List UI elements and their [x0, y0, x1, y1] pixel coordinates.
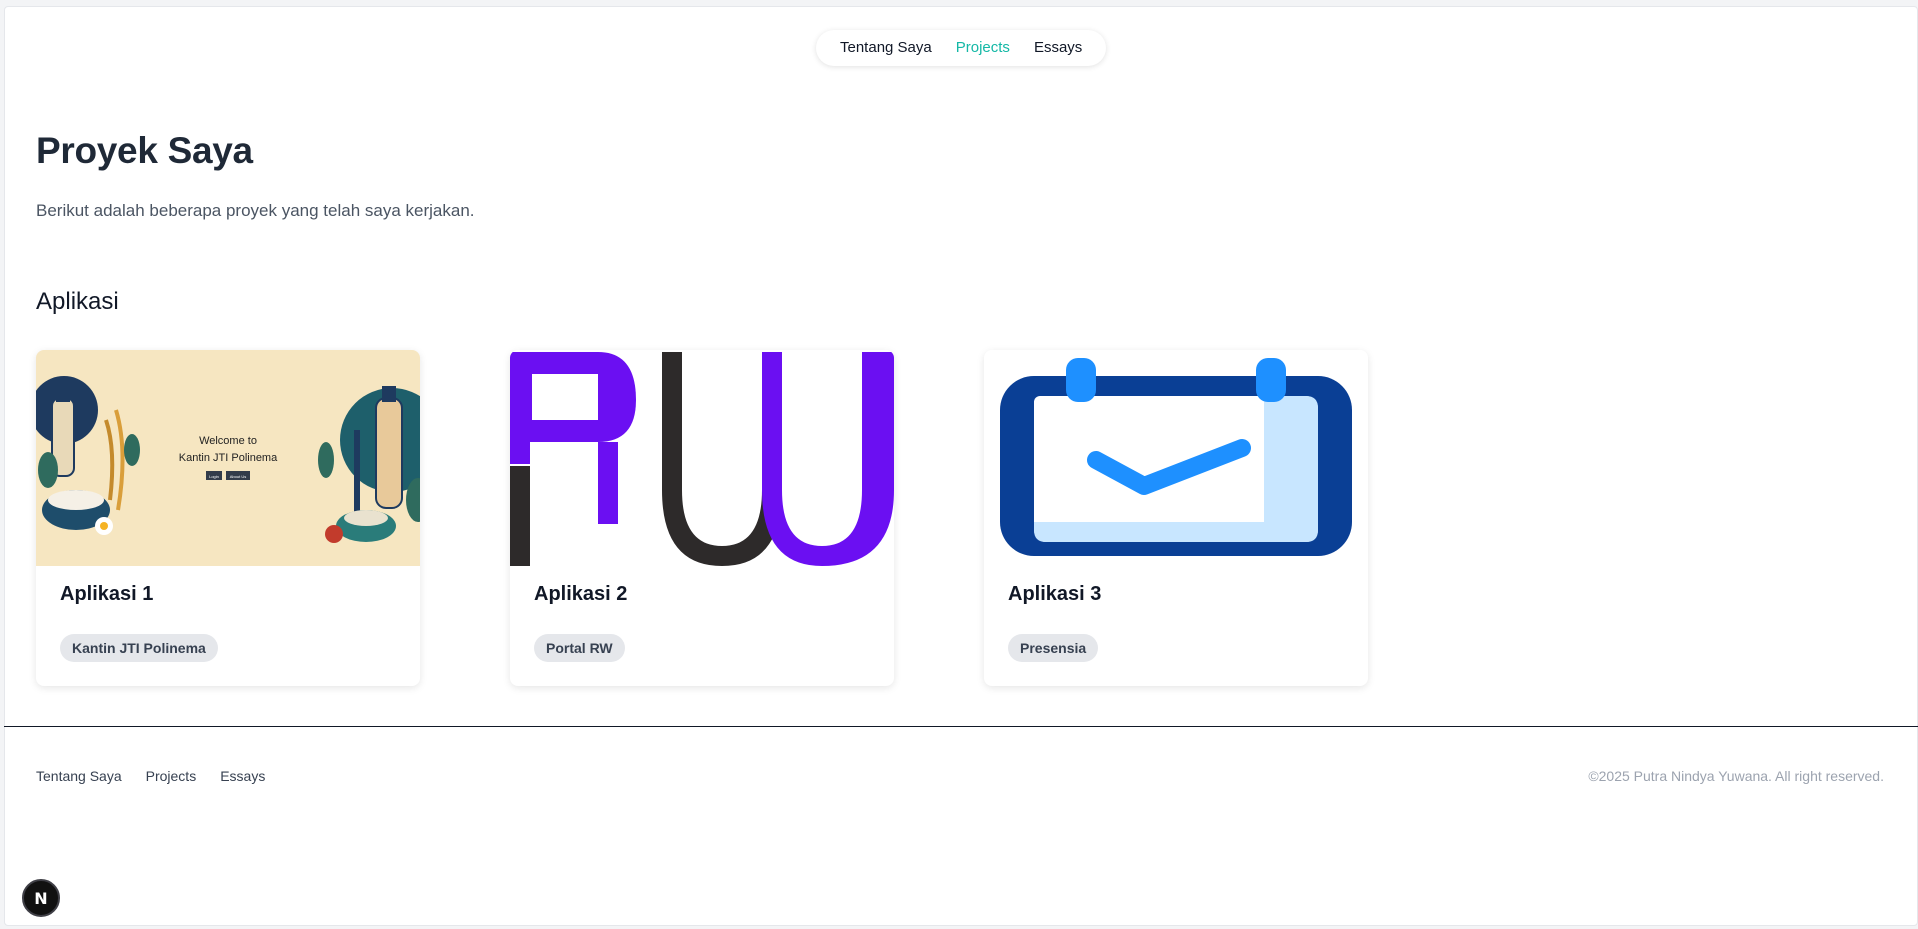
nextjs-icon[interactable]: N — [22, 879, 60, 917]
card-badge: Kantin JTI Polinema — [60, 634, 218, 662]
rw-logo — [510, 350, 894, 566]
footer-link-projects[interactable]: Projects — [146, 768, 197, 784]
footer-link-essays[interactable]: Essays — [220, 768, 265, 784]
nav-link-tentang-saya[interactable]: Tentang Saya — [828, 30, 944, 66]
card-badge: Portal RW — [534, 634, 625, 662]
project-card-aplikasi-2[interactable]: Aplikasi 2 Portal RW — [510, 350, 894, 686]
top-nav: Tentang Saya Projects Essays — [816, 30, 1107, 66]
footer-divider — [4, 726, 1918, 727]
page-title: Proyek Saya — [36, 130, 253, 171]
footer-links: Tentang Saya Projects Essays — [36, 768, 265, 784]
card-title: Aplikasi 3 — [1008, 583, 1102, 605]
kantin-screenshot: Welcome to Kantin JTI Polinema Login Abo… — [36, 350, 420, 566]
page-subtitle: Berikut adalah beberapa proyek yang tela… — [36, 201, 475, 220]
card-badge: Presensia — [1008, 634, 1099, 662]
nextjs-icon-label: N — [34, 888, 48, 908]
welcome-line-2: Kantin JTI Polinema — [179, 452, 278, 464]
copyright-text: ©2025 Putra Nindya Yuwana. All right res… — [1588, 768, 1884, 784]
calendar-check-icon — [984, 350, 1368, 566]
section-title: Aplikasi — [36, 288, 119, 315]
project-card-aplikasi-3[interactable]: Aplikasi 3 Presensia — [984, 350, 1368, 686]
nav-link-projects[interactable]: Projects — [944, 30, 1022, 66]
project-card-aplikasi-1[interactable]: Welcome to Kantin JTI Polinema Login Abo… — [36, 350, 420, 686]
welcome-line-1: Welcome to — [199, 435, 257, 447]
card-title: Aplikasi 2 — [534, 583, 628, 605]
footer-link-tentang-saya[interactable]: Tentang Saya — [36, 768, 122, 784]
nav-link-essays[interactable]: Essays — [1022, 30, 1094, 66]
login-mini-button: Login — [209, 474, 219, 479]
about-mini-button: About Us — [230, 474, 246, 479]
card-title: Aplikasi 1 — [60, 583, 154, 605]
